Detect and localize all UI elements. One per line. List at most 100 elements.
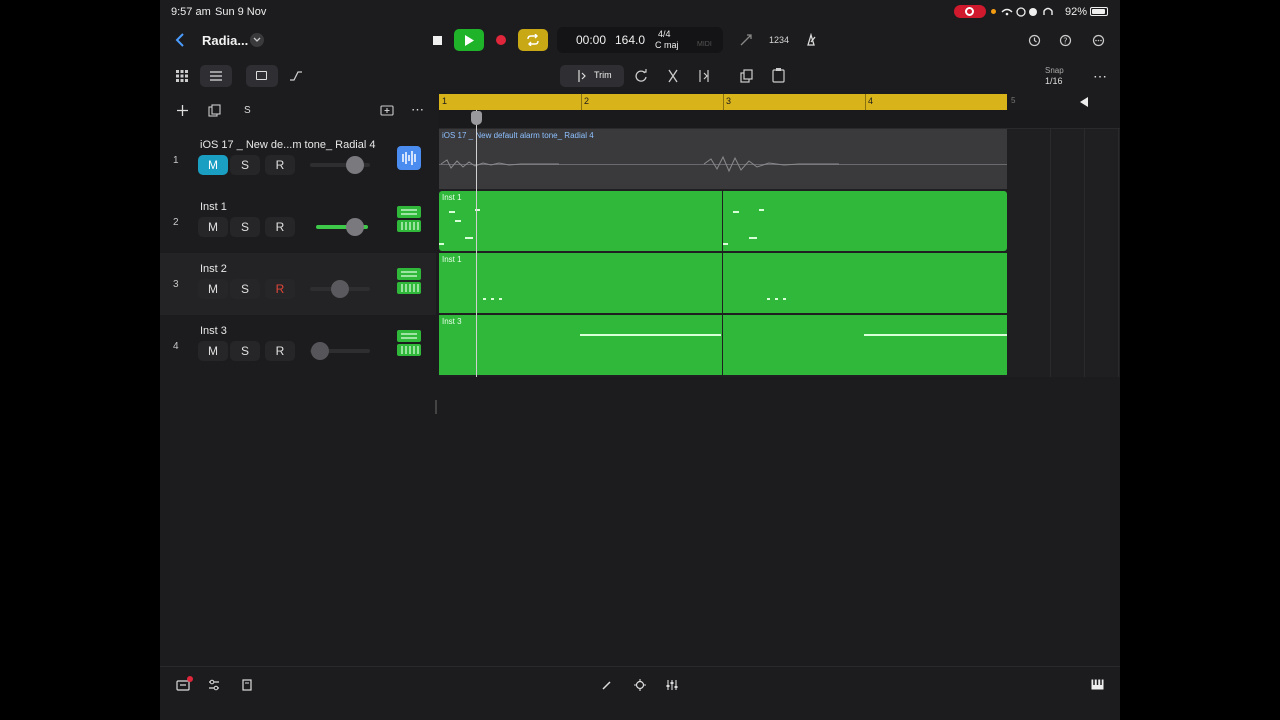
bottom-toolbar bbox=[160, 666, 1120, 706]
garageband-screen: 9:57 am Sun 9 Nov 92% Radia... 00:00 164… bbox=[160, 0, 1120, 720]
help-icon[interactable]: ? bbox=[1059, 34, 1072, 47]
volume-knob[interactable] bbox=[331, 280, 349, 298]
region-view-button[interactable] bbox=[246, 65, 278, 87]
volume-knob[interactable] bbox=[311, 342, 329, 360]
pencil-icon[interactable] bbox=[601, 679, 613, 691]
track-header-resize-handle[interactable] bbox=[435, 400, 437, 414]
keyboard-instrument-icon[interactable] bbox=[397, 330, 421, 356]
midi-region[interactable] bbox=[723, 253, 1007, 313]
notes-icon[interactable] bbox=[241, 679, 253, 691]
solo-button[interactable]: S bbox=[230, 279, 260, 299]
track-name[interactable]: Inst 2 bbox=[200, 263, 227, 275]
solo-button[interactable]: S bbox=[230, 217, 260, 237]
midi-region[interactable] bbox=[723, 315, 1007, 375]
track-number: 3 bbox=[173, 279, 179, 290]
record-enable-button[interactable]: R bbox=[265, 217, 295, 237]
track-name[interactable]: Inst 1 bbox=[200, 201, 227, 213]
toolbar-more-icon[interactable]: ⋯ bbox=[1093, 68, 1107, 85]
mute-button[interactable]: M bbox=[198, 279, 228, 299]
keyboard-icon[interactable] bbox=[1091, 679, 1104, 690]
track-name[interactable]: iOS 17 _ New de...m tone_ Radial 4 bbox=[200, 139, 375, 151]
region-label: Inst 3 bbox=[442, 317, 462, 326]
keyboard-instrument-icon[interactable] bbox=[397, 268, 421, 294]
add-track-icon[interactable] bbox=[177, 105, 188, 116]
record-enable-button[interactable]: R bbox=[265, 279, 295, 299]
track-header-3[interactable]: 3 Inst 2 M S R bbox=[160, 253, 436, 315]
split-tool-icon[interactable] bbox=[666, 69, 680, 83]
track-header-4[interactable]: 4 Inst 3 M S R bbox=[160, 315, 436, 377]
folder-add-icon[interactable] bbox=[380, 104, 394, 116]
copy-icon[interactable] bbox=[740, 69, 754, 83]
solo-button[interactable]: S bbox=[230, 341, 260, 361]
tuner-icon[interactable] bbox=[739, 33, 753, 47]
automation-icon[interactable] bbox=[289, 69, 303, 83]
status-icons bbox=[1001, 7, 1053, 17]
playhead[interactable] bbox=[476, 110, 477, 377]
playhead-handle[interactable] bbox=[471, 111, 482, 125]
snap-value[interactable]: 1/16 bbox=[1045, 76, 1063, 86]
lcd-midi: MIDI bbox=[697, 41, 712, 48]
track-header-2[interactable]: 2 Inst 1 M S R bbox=[160, 191, 436, 253]
midi-region[interactable] bbox=[723, 191, 1007, 251]
browser-grid-icon[interactable] bbox=[176, 70, 188, 82]
history-icon[interactable] bbox=[1028, 34, 1041, 47]
mixer-settings-icon[interactable] bbox=[208, 679, 220, 691]
mic-indicator-dot bbox=[991, 9, 996, 14]
region-label: Inst 1 bbox=[442, 193, 462, 202]
midi-region[interactable]: Inst 1 bbox=[439, 253, 722, 313]
trim-tool-button[interactable]: Trim bbox=[560, 65, 624, 87]
chevron-down-icon[interactable] bbox=[250, 33, 264, 47]
track-number: 1 bbox=[173, 155, 179, 166]
record-enable-button[interactable]: R bbox=[265, 341, 295, 361]
track-header-more-icon[interactable]: ⋯ bbox=[411, 102, 424, 118]
midi-region[interactable]: Inst 3 bbox=[439, 315, 722, 375]
count-in-button[interactable]: 1234 bbox=[769, 35, 789, 45]
trim-icon bbox=[578, 70, 586, 82]
mute-button[interactable]: M bbox=[198, 217, 228, 237]
mute-button[interactable]: M bbox=[198, 155, 228, 175]
lcd-display[interactable]: 00:00 164.0 4/4 C maj MIDI bbox=[557, 27, 723, 53]
track-number: 4 bbox=[173, 341, 179, 352]
more-options-icon[interactable] bbox=[1092, 34, 1105, 47]
mixer-icon[interactable] bbox=[666, 679, 678, 691]
region-label: iOS 17 _ New default alarm tone_ Radial … bbox=[442, 131, 594, 140]
bar-ruler[interactable]: 1 2 3 4 bbox=[439, 94, 1007, 110]
track-header-1[interactable]: 1 iOS 17 _ New de...m tone_ Radial 4 M S… bbox=[160, 129, 436, 191]
keyboard-instrument-icon[interactable] bbox=[397, 206, 421, 232]
record-enable-button[interactable]: R bbox=[265, 155, 295, 175]
solo-all-label[interactable]: S bbox=[244, 105, 251, 116]
loop-tool-icon[interactable] bbox=[634, 69, 648, 83]
back-icon[interactable] bbox=[174, 32, 186, 48]
paste-icon[interactable] bbox=[772, 68, 786, 83]
record-button[interactable] bbox=[486, 29, 516, 51]
track-name[interactable]: Inst 3 bbox=[200, 325, 227, 337]
volume-knob[interactable] bbox=[346, 218, 364, 236]
audio-recorder-icon[interactable] bbox=[397, 146, 421, 170]
region-label: Inst 1 bbox=[442, 255, 462, 264]
bar-number: 5 bbox=[1011, 96, 1016, 105]
volume-knob[interactable] bbox=[346, 156, 364, 174]
duplicate-track-icon[interactable] bbox=[208, 104, 221, 117]
stop-button[interactable] bbox=[422, 29, 452, 51]
play-button[interactable] bbox=[454, 29, 484, 51]
ruler-subdivisions bbox=[439, 110, 1120, 129]
join-tool-icon[interactable] bbox=[697, 69, 711, 83]
status-time: 9:57 am bbox=[171, 6, 211, 18]
lcd-signature: 4/4 bbox=[658, 29, 671, 39]
mute-button[interactable]: M bbox=[198, 341, 228, 361]
audio-region[interactable]: iOS 17 _ New default alarm tone_ Radial … bbox=[439, 129, 1007, 189]
smart-controls-icon[interactable] bbox=[634, 679, 646, 691]
project-title[interactable]: Radia... bbox=[202, 33, 248, 48]
tracks-view-button[interactable] bbox=[200, 65, 232, 87]
cycle-button[interactable] bbox=[518, 29, 548, 51]
song-end-marker-icon[interactable] bbox=[1080, 97, 1088, 107]
battery-icon bbox=[1090, 7, 1108, 16]
bar-number: 1 bbox=[442, 96, 448, 106]
play-icon bbox=[465, 34, 474, 46]
midi-region[interactable]: Inst 1 bbox=[439, 191, 722, 251]
screen-recording-indicator bbox=[954, 5, 986, 18]
solo-button[interactable]: S bbox=[230, 155, 260, 175]
cycle-icon bbox=[527, 34, 539, 46]
metronome-icon[interactable] bbox=[804, 33, 818, 47]
trim-label: Trim bbox=[594, 70, 612, 80]
